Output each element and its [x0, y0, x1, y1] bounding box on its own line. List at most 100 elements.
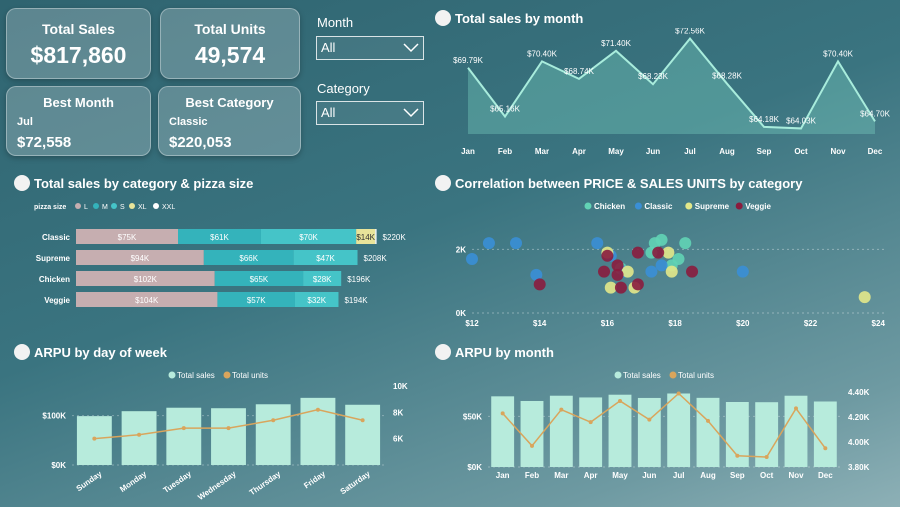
- scatter-point: [686, 265, 699, 278]
- bar-value-label: $32K: [307, 296, 326, 305]
- chevron-down-icon: [403, 43, 419, 53]
- scatter-point: [665, 265, 678, 278]
- y-tick-label: 0K: [456, 309, 466, 318]
- bar-value-label: $75K: [118, 233, 137, 242]
- x-tick-label: Apr: [572, 147, 586, 156]
- x-tick-label: $18: [668, 319, 682, 328]
- kpi-best-category: Best Category Classic $220,053: [158, 86, 301, 156]
- bar-value-label: $102K: [134, 275, 158, 284]
- legend-marker: [93, 203, 99, 209]
- units-point: [315, 407, 320, 412]
- y-tick-label-right: 8K: [393, 408, 403, 417]
- bar: [345, 404, 381, 465]
- bar: [255, 404, 291, 465]
- sales-by-month-chart: $69.79K Jan $65.16K Feb $70.40K Mar $68.74K Apr…: [453, 28, 890, 156]
- x-tick-label: Jun: [646, 147, 660, 156]
- legend-marker: [153, 203, 159, 209]
- x-tick-label: Thursday: [248, 469, 283, 497]
- x-tick-label: $24: [872, 319, 886, 328]
- units-point: [500, 411, 505, 416]
- arpu-day-title: ARPU by day of week: [14, 344, 167, 360]
- bar-value-label: $28K: [313, 275, 332, 284]
- x-tick-label: Aug: [700, 471, 716, 480]
- y-tick-label-left: $50K: [463, 412, 482, 421]
- units-point: [360, 418, 365, 423]
- scatter-point: [482, 237, 495, 250]
- x-tick-label: Oct: [794, 147, 808, 156]
- category-dropdown[interactable]: All: [316, 101, 424, 125]
- bar: [637, 397, 661, 467]
- category-label: Supreme: [36, 254, 71, 263]
- kpi-label: Best Category: [185, 95, 274, 110]
- bar-value-label: $61K: [210, 233, 229, 242]
- kpi-value: $72,558: [17, 134, 72, 151]
- x-tick-label: $12: [465, 319, 479, 328]
- bar: [784, 395, 808, 467]
- legend-marker: [669, 371, 677, 379]
- units-point: [676, 391, 681, 396]
- kpi-sub: Jul: [17, 116, 33, 128]
- y-tick-label-right: 4.40K: [848, 388, 870, 397]
- scatter-point: [736, 265, 749, 278]
- legend-marker: [584, 202, 592, 210]
- units-point: [530, 443, 534, 448]
- bar-total-label: $208K: [364, 254, 388, 263]
- x-tick-label: Sep: [757, 147, 772, 156]
- kpi-label: Total Units: [194, 21, 266, 37]
- bar: [696, 397, 720, 467]
- scatter-point: [510, 237, 523, 250]
- scatter-point: [679, 237, 692, 250]
- units-point: [271, 418, 276, 423]
- units-point: [618, 398, 622, 403]
- bar: [121, 411, 157, 465]
- units-point: [764, 455, 769, 460]
- scatter-point: [858, 291, 871, 304]
- kpi-value: 49,574: [194, 42, 266, 68]
- chevron-down-icon: [403, 108, 419, 118]
- y-tick-label: 2K: [456, 245, 466, 254]
- legend-label: M: [102, 204, 108, 211]
- units-point: [137, 432, 142, 437]
- x-tick-label: Nov: [830, 147, 846, 156]
- x-tick-label: Sunday: [75, 469, 104, 493]
- category-label: Classic: [42, 233, 71, 242]
- bar-value-label: $66K: [239, 254, 258, 263]
- arpu-month-chart: Total sales Total units $0K $50K 3.80K 4.00K 4…: [463, 371, 870, 480]
- arpu-month-title: ARPU by month: [435, 344, 554, 360]
- sales-by-month-title: Total sales by month: [435, 10, 583, 26]
- y-tick-label-right: 4.00K: [848, 438, 870, 447]
- data-label: $68.23K: [638, 72, 668, 81]
- scatter-point: [466, 252, 478, 265]
- x-tick-label: May: [612, 471, 628, 480]
- scatter-point: [631, 246, 644, 259]
- scatter-point: [598, 265, 611, 278]
- category-dropdown-value: All: [321, 105, 336, 120]
- x-tick-label: May: [608, 147, 624, 156]
- legend-marker: [735, 202, 743, 210]
- x-tick-label: Monday: [118, 469, 148, 494]
- x-tick-label: Jan: [461, 147, 475, 156]
- legend-marker: [111, 203, 117, 209]
- circle-icon: [435, 175, 451, 191]
- x-tick-label: Feb: [498, 147, 512, 156]
- month-filter-label: Month: [317, 15, 354, 30]
- bar-total-label: $196K: [347, 275, 371, 284]
- x-tick-label: Dec: [868, 147, 883, 156]
- bar: [667, 393, 691, 467]
- x-tick-label: Oct: [760, 471, 774, 480]
- scatter-point: [614, 281, 627, 294]
- units-point: [647, 417, 652, 422]
- kpi-value: $220,053: [169, 134, 232, 151]
- units-point: [92, 436, 97, 441]
- legend-marker: [129, 203, 135, 209]
- x-tick-label: Wednesday: [196, 469, 238, 502]
- x-tick-label: Jul: [684, 147, 696, 156]
- category-size-title: Total sales by category & pizza size: [14, 175, 253, 191]
- legend-label: Total sales: [623, 371, 661, 380]
- legend-label: Chicken: [594, 202, 625, 211]
- legend-label: Total units: [678, 371, 714, 380]
- circle-icon: [435, 10, 451, 26]
- y-tick-label-left: $0K: [467, 463, 482, 472]
- legend-marker: [634, 202, 642, 210]
- month-dropdown[interactable]: All: [316, 36, 424, 60]
